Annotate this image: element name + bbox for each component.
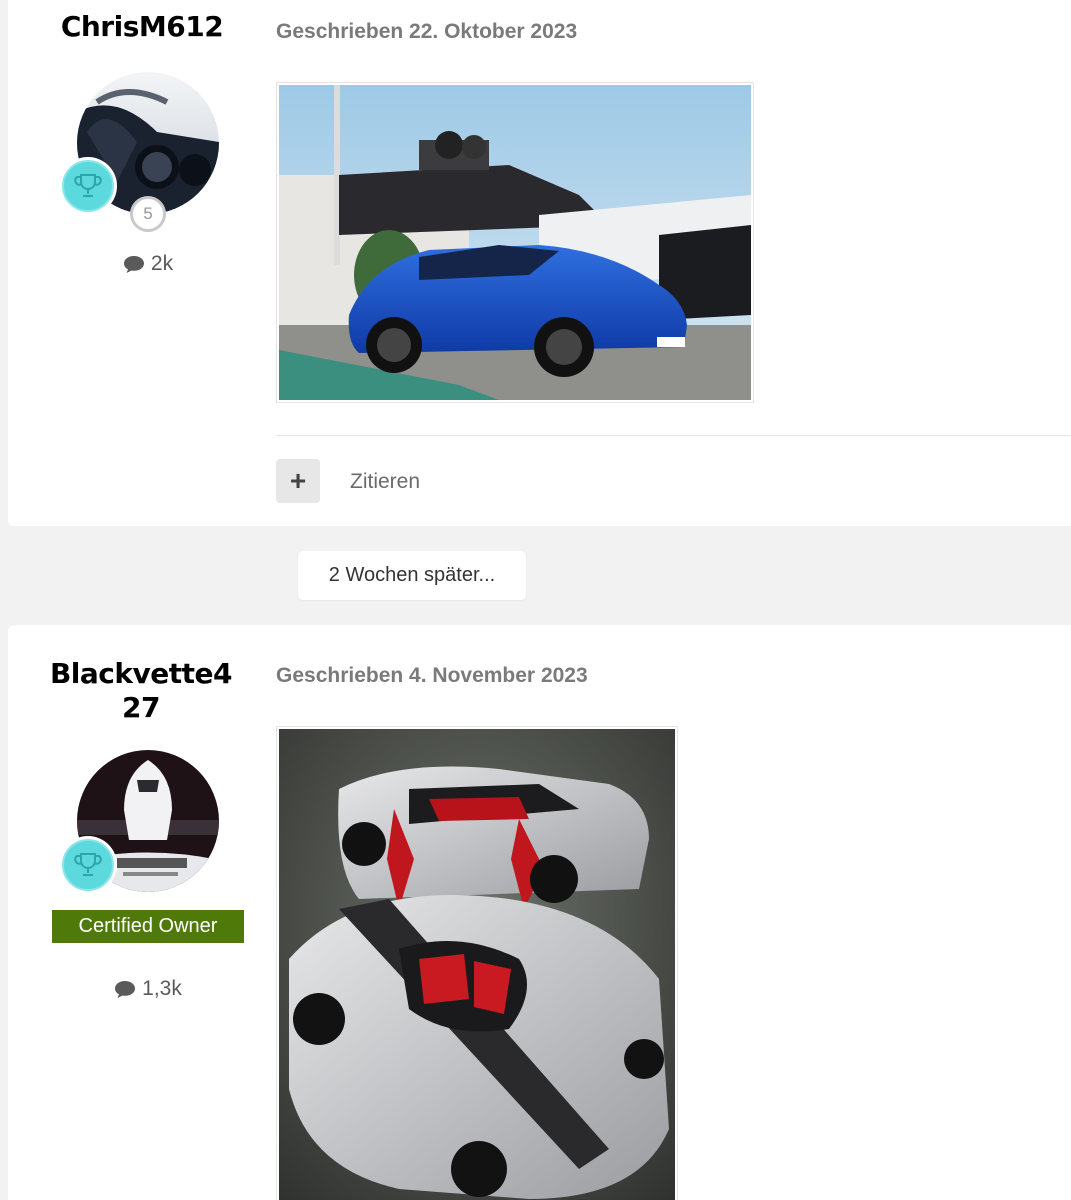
plus-button[interactable]: + <box>276 459 320 503</box>
post-image[interactable] <box>276 726 678 1200</box>
post-card: ChrisM612 5 2k Geschrieben 22. Oktober 2… <box>8 0 1071 526</box>
post-count: 1,3k <box>8 977 288 1001</box>
post-date[interactable]: Geschrieben 4. November 2023 <box>276 664 588 688</box>
comment-icon <box>123 256 144 273</box>
post-count-value: 1,3k <box>142 977 182 1000</box>
divider <box>276 435 1071 436</box>
trophy-icon[interactable] <box>59 836 117 894</box>
quote-button[interactable]: Zitieren <box>350 470 420 494</box>
post-count: 2k <box>8 252 288 276</box>
post-date[interactable]: Geschrieben 22. Oktober 2023 <box>276 20 577 44</box>
comment-icon <box>115 981 136 998</box>
time-gap-label: 2 Wochen später... <box>298 551 526 600</box>
author-name[interactable]: ChrisM612 <box>8 10 276 44</box>
rank-badge: 5 <box>130 196 166 232</box>
certified-owner-badge: Certified Owner <box>52 910 244 943</box>
post-count-value: 2k <box>150 252 174 275</box>
post-card: Blackvette427 Certified Owner 1,3k Gesch… <box>8 625 1071 1200</box>
author-name[interactable]: Blackvette427 <box>8 657 274 725</box>
trophy-icon[interactable] <box>59 157 117 215</box>
post-image[interactable] <box>276 82 754 403</box>
